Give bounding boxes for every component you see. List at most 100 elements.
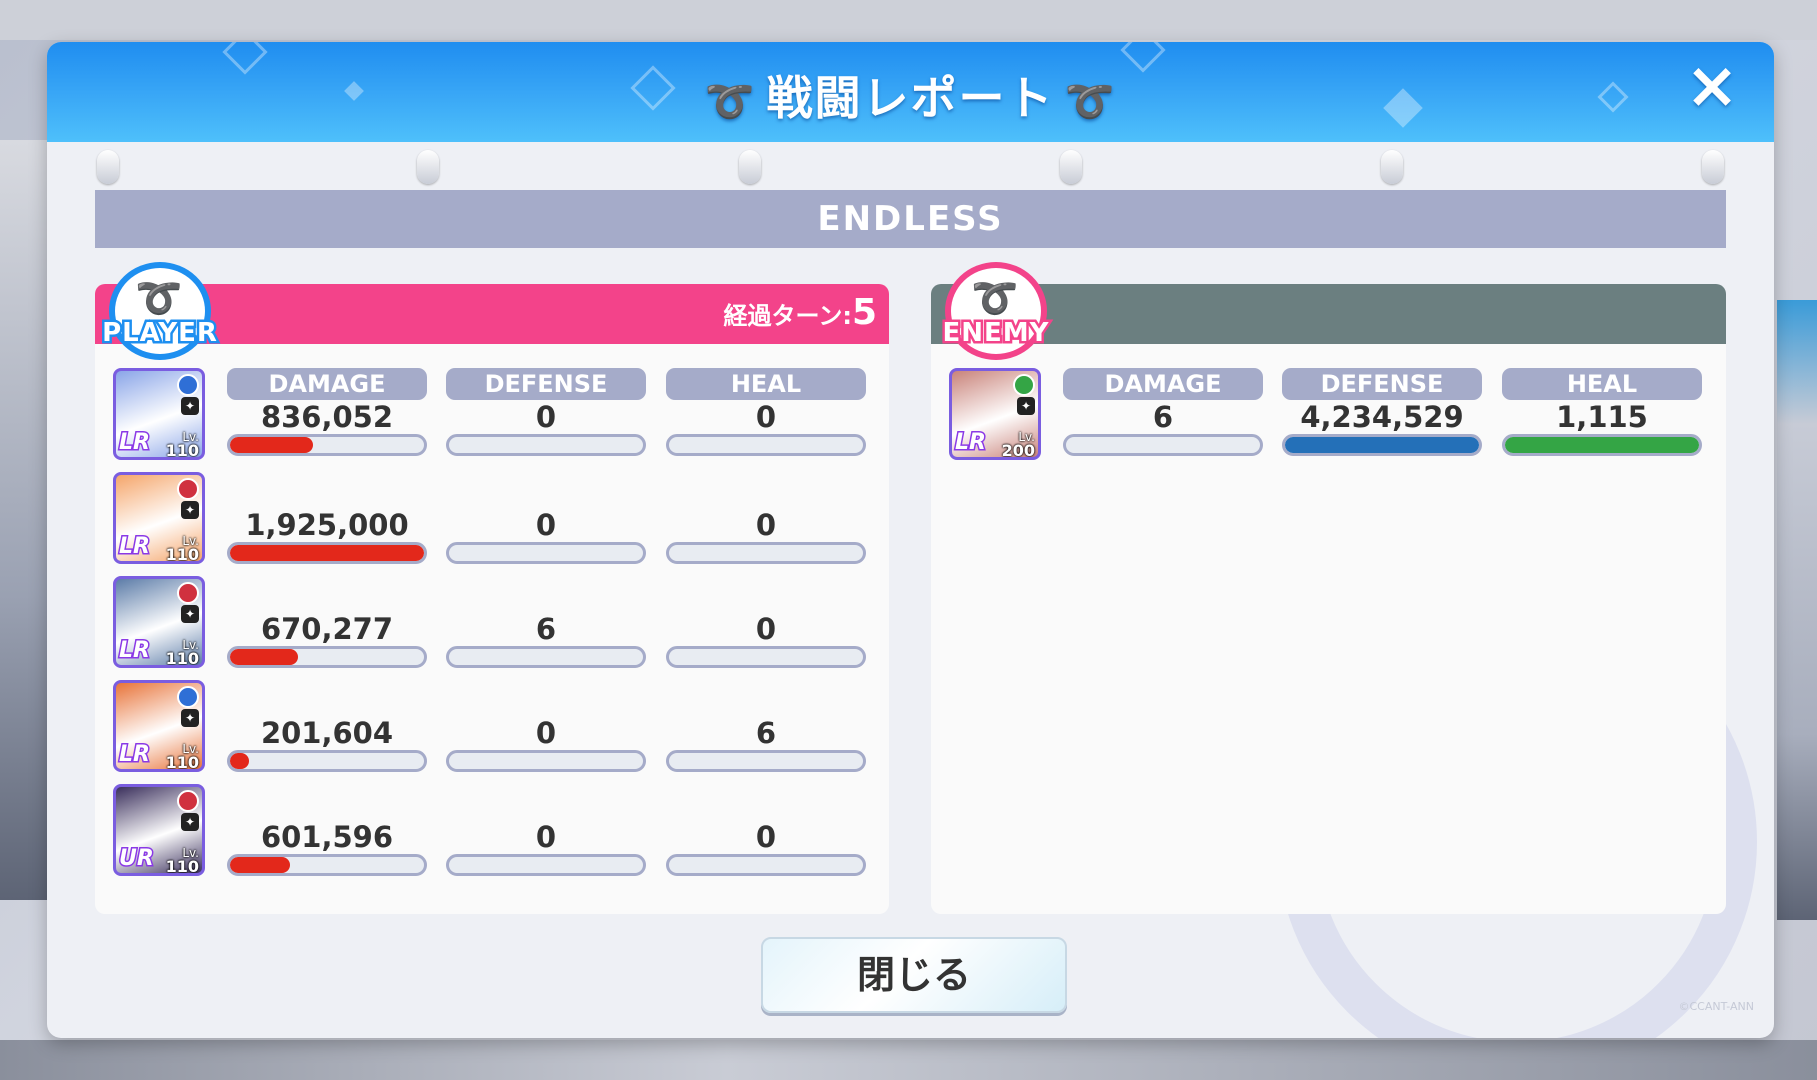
role-icon: ✦ (181, 605, 199, 623)
pin-decoration (1702, 150, 1724, 184)
rarity-label: LR (118, 741, 152, 769)
damage-value: 601,596 (260, 820, 394, 854)
element-icon (1013, 374, 1035, 396)
level-value: 110 (165, 753, 199, 772)
defense-bar (446, 750, 646, 772)
player-heal-stat: 6 (666, 684, 866, 772)
enemy-heal-stat: HEAL 1,115 (1502, 368, 1702, 456)
heal-bar (666, 542, 866, 564)
damage-value: 6 (1152, 400, 1174, 434)
defense-bar (446, 542, 646, 564)
header-spacer (446, 476, 646, 508)
player-unit-row: ✦ LR Lv. 110 DAMAGE 836,052 DEFENSE 0 HEAL 0 (95, 368, 889, 464)
player-unit-portrait[interactable]: ✦ LR Lv. 110 (113, 472, 205, 564)
defense-header: DEFENSE (446, 368, 646, 400)
player-heal-stat: 0 (666, 788, 866, 876)
pin-decoration (739, 150, 761, 184)
player-damage-stat: 1,925,000 (227, 476, 427, 564)
heal-bar (666, 750, 866, 772)
header-spacer (227, 580, 427, 612)
element-icon (177, 790, 199, 812)
role-icon: ✦ (181, 813, 199, 831)
element-icon (177, 374, 199, 396)
defense-header: DEFENSE (1282, 368, 1482, 400)
heal-header: HEAL (666, 368, 866, 400)
heal-value: 0 (755, 400, 777, 434)
player-defense-stat: 0 (446, 788, 646, 876)
rarity-label: LR (954, 429, 988, 457)
mode-banner: ENDLESS (95, 190, 1726, 248)
rarity-label: UR (118, 845, 156, 873)
damage-bar (227, 854, 427, 876)
player-unit-portrait[interactable]: ✦ UR Lv. 110 (113, 784, 205, 876)
background-left-character (0, 140, 48, 900)
level-indicator: Lv. 110 (165, 535, 199, 564)
defense-value: 0 (535, 508, 557, 542)
header-spacer (446, 684, 646, 716)
wing-icon: ➰ (1064, 79, 1117, 125)
rarity-label: LR (118, 533, 152, 561)
wing-icon: ➰ (135, 276, 183, 320)
player-heal-stat: HEAL 0 (666, 368, 866, 456)
damage-value: 1,925,000 (245, 508, 409, 542)
damage-bar (1063, 434, 1263, 456)
damage-value: 201,604 (260, 716, 394, 750)
defense-bar (446, 854, 646, 876)
enemy-unit-row: ✦ LR Lv. 200 DAMAGE 6 DEFENSE 4,234,529 HEAL 1,11… (931, 368, 1726, 464)
element-icon (177, 582, 199, 604)
level-indicator: Lv. 110 (165, 639, 199, 668)
background-top (0, 0, 1817, 40)
role-icon: ✦ (1017, 397, 1035, 415)
player-badge-label: PLAYER (100, 316, 220, 351)
turn-counter: 経過ターン:5 (724, 292, 877, 333)
close-button[interactable]: 閉じる (761, 937, 1067, 1013)
turn-counter-value: 5 (851, 292, 877, 333)
damage-bar (227, 750, 427, 772)
role-icon: ✦ (181, 501, 199, 519)
heal-value: 0 (755, 508, 777, 542)
heal-bar (666, 434, 866, 456)
level-value: 200 (1001, 441, 1035, 460)
player-heal-stat: 0 (666, 580, 866, 668)
player-damage-stat: 601,596 (227, 788, 427, 876)
level-value: 110 (165, 649, 199, 668)
role-icon: ✦ (181, 397, 199, 415)
defense-value: 4,234,529 (1300, 400, 1464, 434)
background-right-panel (1777, 300, 1817, 920)
battle-report-dialog: ➰ 戦闘レポート ➰ × ENDLESS 経過ターン:5 ➰ PLAYER ✦ LR L… (47, 42, 1774, 1038)
player-unit-portrait[interactable]: ✦ LR Lv. 110 (113, 576, 205, 668)
header-spacer (666, 788, 866, 820)
pin-row (47, 142, 1774, 192)
dialog-title-text: 戦闘レポート (766, 71, 1055, 125)
damage-bar (227, 646, 427, 668)
player-unit-row: ✦ LR Lv. 110 1,925,000 0 0 (95, 472, 889, 568)
enemy-panel: ➰ ENEMY ✦ LR Lv. 200 DAMAGE 6 DEFENSE 4,234,529… (931, 268, 1726, 914)
header-spacer (227, 788, 427, 820)
player-unit-row: ✦ UR Lv. 110 601,596 0 0 (95, 784, 889, 880)
player-unit-portrait[interactable]: ✦ LR Lv. 110 (113, 368, 205, 460)
player-damage-stat: 670,277 (227, 580, 427, 668)
pin-decoration (1381, 150, 1403, 184)
pin-decoration (97, 150, 119, 184)
player-defense-stat: DEFENSE 0 (446, 368, 646, 456)
header-spacer (227, 476, 427, 508)
player-unit-portrait[interactable]: ✦ LR Lv. 110 (113, 680, 205, 772)
enemy-damage-stat: DAMAGE 6 (1063, 368, 1263, 456)
level-value: 110 (165, 545, 199, 564)
level-indicator: Lv. 110 (165, 743, 199, 772)
player-defense-stat: 0 (446, 476, 646, 564)
enemy-unit-portrait[interactable]: ✦ LR Lv. 200 (949, 368, 1041, 460)
level-indicator: Lv. 110 (166, 431, 199, 458)
close-icon[interactable]: × (1682, 54, 1742, 118)
dialog-title: ➰ 戦闘レポート ➰ (47, 62, 1774, 128)
wing-icon: ➰ (704, 79, 757, 125)
player-unit-row: ✦ LR Lv. 110 670,277 6 0 (95, 576, 889, 672)
defense-bar (446, 646, 646, 668)
pin-decoration (417, 150, 439, 184)
turn-counter-label: 経過ターン: (723, 302, 852, 330)
defense-bar (1282, 434, 1482, 456)
damage-value: 836,052 (260, 400, 394, 434)
rarity-label: LR (118, 637, 152, 665)
defense-value: 0 (535, 400, 557, 434)
player-damage-stat: 201,604 (227, 684, 427, 772)
